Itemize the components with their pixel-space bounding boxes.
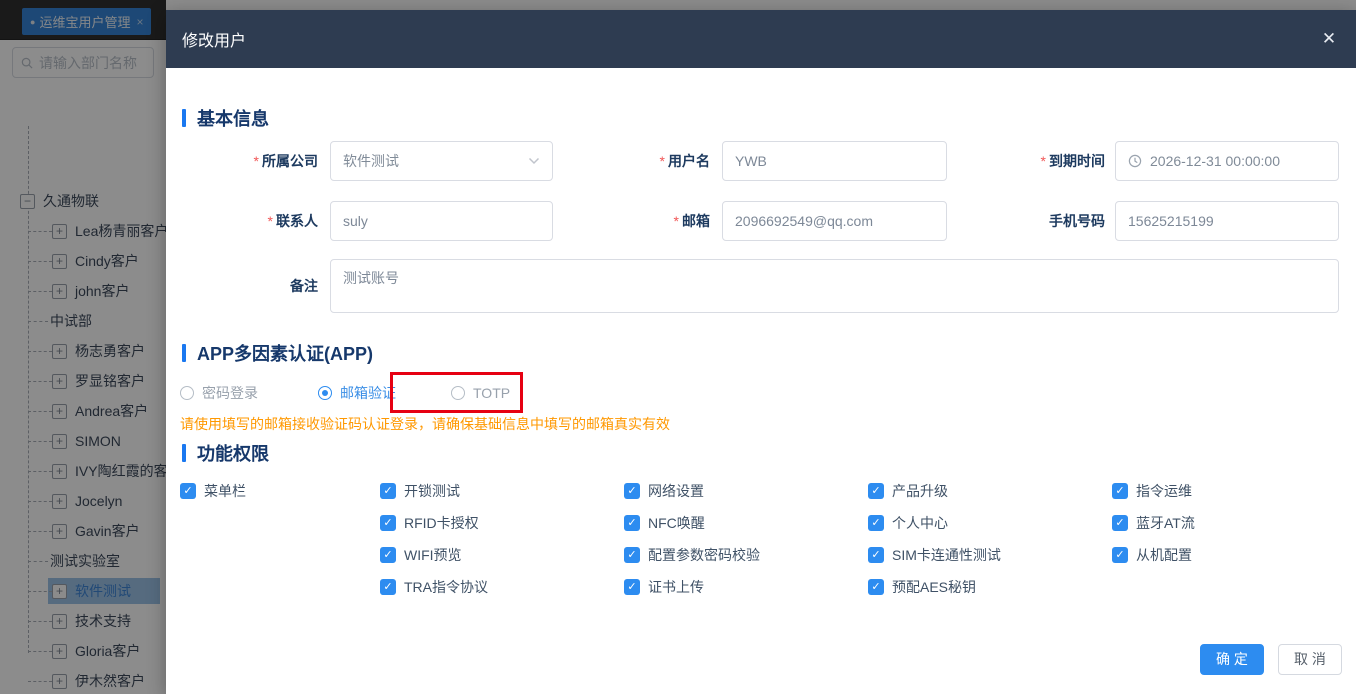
checkbox-checked-icon: ✓ (380, 483, 396, 499)
radio-icon (180, 386, 194, 400)
section-accent-bar (182, 444, 186, 462)
page: ● 运维宝用户管理 × − 久通物联 + Lea杨青丽客户 (0, 0, 1356, 694)
checkbox-checked-icon: ✓ (1112, 483, 1128, 499)
perm-label: NFC唤醒 (648, 515, 705, 531)
perm-checkbox[interactable]: ✓ 菜单栏 (180, 481, 246, 501)
perm-checkbox[interactable]: ✓ 产品升级 (868, 481, 948, 501)
perm-label: 证书上传 (648, 579, 704, 595)
confirm-button[interactable]: 确 定 (1200, 644, 1264, 675)
radio-label: 密码登录 (202, 385, 258, 401)
radio-email-verify[interactable]: 邮箱验证 (318, 383, 396, 403)
perm-label: 产品升级 (892, 483, 948, 499)
contact-input[interactable] (343, 213, 540, 229)
perm-checkbox[interactable]: ✓ TRA指令协议 (380, 577, 488, 597)
modal-title: 修改用户 (182, 33, 247, 50)
checkbox-checked-icon: ✓ (624, 547, 640, 563)
perm-label: 从机配置 (1136, 547, 1192, 563)
checkbox-checked-icon: ✓ (624, 579, 640, 595)
email-label: * 邮箱 (673, 213, 710, 229)
radio-label: 邮箱验证 (340, 385, 396, 401)
required-asterisk: * (267, 213, 273, 229)
section-permissions: 功能权限 (182, 440, 269, 466)
section-accent-bar (182, 109, 186, 127)
perm-checkbox[interactable]: ✓ 开锁测试 (380, 481, 460, 501)
close-icon[interactable]: ✕ (1318, 28, 1340, 50)
checkbox-checked-icon: ✓ (380, 579, 396, 595)
required-asterisk: * (1040, 153, 1046, 169)
phone-label: 手机号码 (1049, 213, 1105, 229)
perm-label: 指令运维 (1136, 483, 1192, 499)
checkbox-checked-icon: ✓ (868, 515, 884, 531)
perm-label: RFID卡授权 (404, 515, 479, 531)
required-asterisk: * (253, 153, 259, 169)
section-mfa: APP多因素认证(APP) (182, 340, 373, 366)
edit-user-modal: 修改用户 ✕ 基本信息 *所属公司 软件测试 *用户名 *到期时间 (166, 10, 1356, 694)
expire-label: * 到期时间 (1040, 153, 1105, 169)
modal-header: 修改用户 ✕ (166, 10, 1356, 68)
mfa-warning-text: 请使用填写的邮箱接收验证码认证登录，请确保基础信息中填写的邮箱真实有效 (180, 416, 670, 432)
contact-label: * 联系人 (267, 213, 318, 229)
username-label: * 用户名 (659, 153, 710, 169)
checkbox-checked-icon: ✓ (1112, 515, 1128, 531)
checkbox-checked-icon: ✓ (624, 515, 640, 531)
perm-label: 个人中心 (892, 515, 948, 531)
perm-checkbox[interactable]: ✓ 证书上传 (624, 577, 704, 597)
radio-selected-icon (318, 386, 332, 400)
perm-label: SIM卡连通性测试 (892, 547, 1001, 563)
perm-checkbox[interactable]: ✓ 从机配置 (1112, 545, 1192, 565)
perm-checkbox[interactable]: ✓ NFC唤醒 (624, 513, 705, 533)
phone-input[interactable] (1128, 213, 1326, 229)
section-title: 功能权限 (197, 444, 269, 464)
perm-label: 预配AES秘钥 (892, 579, 977, 595)
perm-label: 开锁测试 (404, 483, 460, 499)
checkbox-checked-icon: ✓ (180, 483, 196, 499)
required-asterisk: * (659, 153, 665, 169)
checkbox-checked-icon: ✓ (868, 483, 884, 499)
radio-password-login[interactable]: 密码登录 (180, 383, 258, 403)
perm-label: 蓝牙AT流 (1136, 515, 1195, 531)
required-asterisk: * (673, 213, 679, 229)
username-field-wrap (722, 141, 947, 181)
perm-checkbox[interactable]: ✓ RFID卡授权 (380, 513, 479, 533)
email-input[interactable] (735, 213, 934, 229)
clock-icon (1128, 154, 1142, 168)
perm-label: 网络设置 (648, 483, 704, 499)
perm-checkbox[interactable]: ✓ 蓝牙AT流 (1112, 513, 1195, 533)
perm-checkbox[interactable]: ✓ 网络设置 (624, 481, 704, 501)
expire-value: 2026-12-31 00:00:00 (1150, 153, 1280, 169)
perm-label: 配置参数密码校验 (648, 547, 760, 563)
section-title: 基本信息 (197, 109, 269, 129)
company-label: * 所属公司 (253, 153, 318, 169)
section-basic-info: 基本信息 (182, 105, 269, 131)
perm-checkbox[interactable]: ✓ SIM卡连通性测试 (868, 545, 1001, 565)
perm-label: TRA指令协议 (404, 579, 488, 595)
checkbox-checked-icon: ✓ (624, 483, 640, 499)
remark-textarea[interactable]: 测试账号 (330, 259, 1339, 313)
cancel-button[interactable]: 取 消 (1278, 644, 1342, 675)
perm-checkbox[interactable]: ✓ 个人中心 (868, 513, 948, 533)
section-accent-bar (182, 344, 186, 362)
chevron-down-icon (528, 157, 540, 165)
perm-checkbox[interactable]: ✓ 指令运维 (1112, 481, 1192, 501)
totp-highlight-box (390, 372, 523, 413)
perm-checkbox[interactable]: ✓ WIFI预览 (380, 545, 462, 565)
expire-date-picker[interactable]: 2026-12-31 00:00:00 (1115, 141, 1339, 181)
perm-checkbox[interactable]: ✓ 预配AES秘钥 (868, 577, 976, 597)
checkbox-checked-icon: ✓ (868, 547, 884, 563)
section-title: APP多因素认证(APP) (197, 344, 374, 364)
username-input[interactable] (735, 153, 934, 169)
checkbox-checked-icon: ✓ (380, 547, 396, 563)
checkbox-checked-icon: ✓ (380, 515, 396, 531)
checkbox-checked-icon: ✓ (868, 579, 884, 595)
perm-checkbox[interactable]: ✓ 配置参数密码校验 (624, 545, 760, 565)
company-select-value: 软件测试 (343, 153, 399, 169)
remark-label: 备注 (290, 278, 318, 294)
company-select[interactable]: 软件测试 (330, 141, 553, 181)
phone-field-wrap (1115, 201, 1339, 241)
perm-label: 菜单栏 (204, 483, 246, 499)
email-field-wrap (722, 201, 947, 241)
perm-label: WIFI预览 (404, 547, 462, 563)
contact-field-wrap (330, 201, 553, 241)
checkbox-checked-icon: ✓ (1112, 547, 1128, 563)
